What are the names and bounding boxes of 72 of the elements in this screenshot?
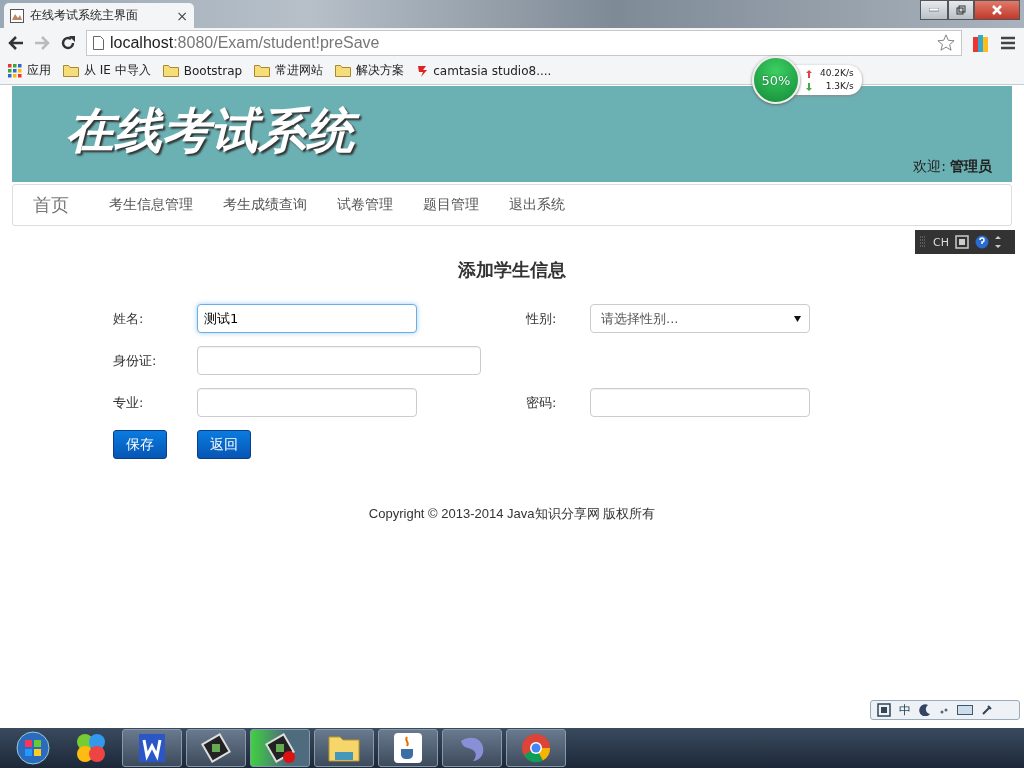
chrome-icon[interactable] (521, 733, 551, 763)
bookmark-link[interactable]: camtasia studio8.... (416, 63, 552, 78)
ime-mode-text[interactable]: 中 (899, 701, 911, 719)
site-icon (10, 8, 24, 23)
menu-icon[interactable] (1000, 35, 1016, 50)
bookmark-link[interactable]: 应用 (8, 62, 51, 79)
save-button[interactable]: 保存 (113, 430, 167, 459)
download-rate: 1.3K/s (825, 81, 854, 92)
page-icon (93, 35, 104, 50)
field-label: 专业: (113, 393, 145, 412)
input-field[interactable] (590, 388, 810, 417)
field-label: 性别: (526, 309, 558, 328)
minimize-button[interactable] (920, 0, 948, 20)
nav-link[interactable]: 退出系统 (509, 196, 565, 214)
form-title: 添加学生信息 (457, 258, 567, 282)
nav-link[interactable]: 题目管理 (423, 196, 479, 214)
gender-select[interactable]: 请选择性别... (590, 304, 810, 333)
back-button[interactable]: 返回 (197, 430, 251, 459)
bookmark-link[interactable]: 解决方案 (335, 62, 405, 79)
close-button[interactable] (974, 0, 1020, 20)
upload-rate: 40.2K/s (820, 68, 854, 79)
nav-link[interactable]: 考生成绩查询 (223, 196, 307, 214)
site-icon (416, 63, 429, 78)
input-field[interactable]: 测试1 (197, 304, 417, 333)
copyright-text: Copyright © 2013-2014 Java知识分享网 版权所有 (367, 505, 657, 523)
bookmark-link[interactable]: 从 IE 中导入 (63, 62, 151, 79)
folder-icon (335, 64, 352, 77)
coffee-cup-icon[interactable] (394, 733, 422, 763)
bookmark-link[interactable]: 常进网站 (254, 62, 324, 79)
field-label: 密码: (526, 393, 558, 412)
address-bar[interactable]: localhost:8080/Exam/student!preSave (86, 29, 962, 56)
tab-close-button[interactable]: × (176, 7, 188, 24)
help-icon[interactable] (974, 235, 989, 249)
terminal-icon[interactable] (265, 733, 295, 763)
welcome-text: 欢迎: 管理员 (913, 158, 992, 176)
url-host: localhost (110, 33, 174, 52)
input-field[interactable] (197, 346, 481, 375)
download-arrow-icon (806, 82, 812, 91)
star-icon[interactable] (937, 33, 955, 52)
field-label: 姓名: (113, 309, 145, 328)
moon-icon[interactable] (919, 704, 931, 716)
minimize-icon (929, 8, 939, 12)
close-icon (992, 5, 1002, 15)
folder-icon (162, 64, 179, 77)
start-orb-icon[interactable] (16, 731, 50, 765)
input-field[interactable] (197, 388, 417, 417)
home-link[interactable]: 首页 (33, 193, 69, 217)
apps-icon (8, 63, 22, 78)
field-label: 身份证: (113, 351, 158, 370)
folder-icon (254, 64, 271, 77)
folder-icon[interactable] (328, 734, 360, 762)
ime-language-text: CH (933, 235, 949, 249)
bookmark-link[interactable]: Bootstrap (162, 63, 243, 78)
site-logo-title: 在线考试系统 (62, 102, 368, 164)
dropdown-arrow-icon (794, 315, 801, 322)
grip-icon (919, 236, 927, 248)
tab-title: 在线考试系统主界面 (30, 7, 139, 24)
nav-link[interactable]: 考生信息管理 (109, 196, 193, 214)
reload-icon[interactable] (60, 34, 76, 51)
browser-tab[interactable]: 在线考试系统主界面 × (4, 3, 194, 28)
tool-icon[interactable] (981, 704, 993, 716)
circles-icon[interactable] (75, 732, 107, 764)
back-icon[interactable] (8, 35, 24, 50)
url-path: :8080/Exam/student!preSave (173, 33, 381, 52)
restore-button[interactable] (948, 0, 974, 20)
folder-icon (63, 64, 79, 77)
restore-icon (956, 5, 966, 15)
extension-icon[interactable] (972, 32, 990, 53)
document-icon[interactable] (139, 734, 165, 762)
upload-arrow-icon (806, 69, 812, 78)
options-icon[interactable] (994, 235, 1001, 249)
nav-link[interactable]: 试卷管理 (337, 196, 393, 214)
